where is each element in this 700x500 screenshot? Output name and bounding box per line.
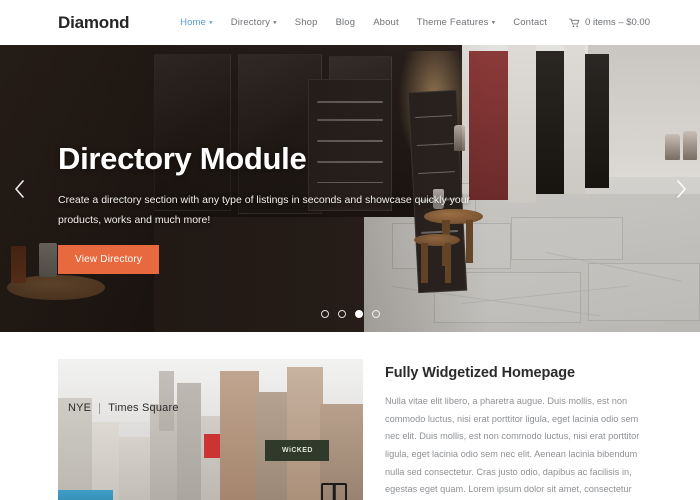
- nav-label: Home: [180, 17, 207, 28]
- hero-title: Directory Module: [58, 141, 307, 176]
- shopping-cart-icon: [569, 18, 580, 27]
- nav-label: Theme Features: [416, 17, 489, 28]
- blue-billboard: [58, 489, 113, 500]
- chevron-down-icon: ▾: [209, 19, 213, 27]
- slider-pagination: [0, 310, 700, 318]
- building: [176, 383, 202, 500]
- hero-content: Directory Module Create a directory sect…: [58, 141, 500, 275]
- caption-left: NYE: [68, 402, 92, 414]
- section-title: Fully Widgetized Homepage: [385, 365, 575, 381]
- nav-item-blog[interactable]: Blog: [336, 17, 356, 28]
- nav-label: Contact: [513, 17, 548, 28]
- chevron-down-icon: ▾: [273, 19, 277, 27]
- tower: [158, 371, 174, 431]
- content-left-column: WiCKED NYE Times Square: [58, 359, 363, 500]
- main-navigation: Home ▾ Directory ▾ Shop Blog About Theme…: [180, 17, 680, 28]
- nav-label: Shop: [294, 17, 318, 28]
- nav-label: Directory: [230, 17, 271, 28]
- caption-right: Times Square: [108, 402, 179, 414]
- site-header: Diamond Home ▾ Directory ▾ Shop Blog Abo…: [0, 0, 700, 45]
- caption-divider: [99, 402, 101, 414]
- nav-item-about[interactable]: About: [373, 17, 399, 28]
- homepage-content: WiCKED NYE Times Square Fully Widgetized…: [0, 332, 700, 500]
- slider-next-button[interactable]: [668, 174, 694, 204]
- cart-link[interactable]: 0 items – $0.00: [569, 17, 650, 28]
- nav-label: Blog: [335, 17, 356, 28]
- slider-dot-3[interactable]: [354, 310, 363, 318]
- nav-item-theme-features[interactable]: Theme Features ▾: [417, 17, 495, 28]
- slider-dot-4[interactable]: [371, 310, 380, 318]
- building: [219, 371, 260, 500]
- slider-prev-button[interactable]: [6, 174, 32, 204]
- slider-dot-1[interactable]: [320, 310, 329, 318]
- hero-subtitle: Create a directory section with any type…: [58, 193, 471, 227]
- hero-slider: Directory Module Create a directory sect…: [0, 45, 700, 332]
- nav-item-home[interactable]: Home ▾: [180, 17, 213, 28]
- nav-item-shop[interactable]: Shop: [295, 17, 318, 28]
- building: [286, 366, 324, 500]
- chevron-down-icon: ▾: [491, 19, 496, 27]
- view-directory-button[interactable]: View Directory: [58, 245, 160, 275]
- video-play-icon[interactable]: [321, 483, 347, 500]
- slider-dot-2[interactable]: [337, 310, 346, 318]
- red-billboard: [204, 434, 220, 458]
- image-caption-overlay: NYE Times Square: [68, 402, 179, 414]
- chevron-left-icon: [14, 179, 24, 198]
- site-logo[interactable]: Diamond: [58, 14, 130, 31]
- chevron-right-icon: [676, 179, 686, 198]
- nav-label: About: [373, 17, 399, 28]
- wicked-billboard: WiCKED: [265, 440, 330, 461]
- nav-item-directory[interactable]: Directory ▾: [231, 17, 277, 28]
- cart-label: 0 items – $0.00: [585, 17, 650, 28]
- building: [91, 422, 119, 500]
- times-square-image: WiCKED NYE Times Square: [58, 359, 363, 500]
- nav-item-contact[interactable]: Contact: [513, 17, 547, 28]
- body-paragraph: Nulla vitae elit libero, a pharetra augu…: [385, 396, 640, 495]
- content-right-column: Fully Widgetized Homepage Nulla vitae el…: [385, 359, 642, 500]
